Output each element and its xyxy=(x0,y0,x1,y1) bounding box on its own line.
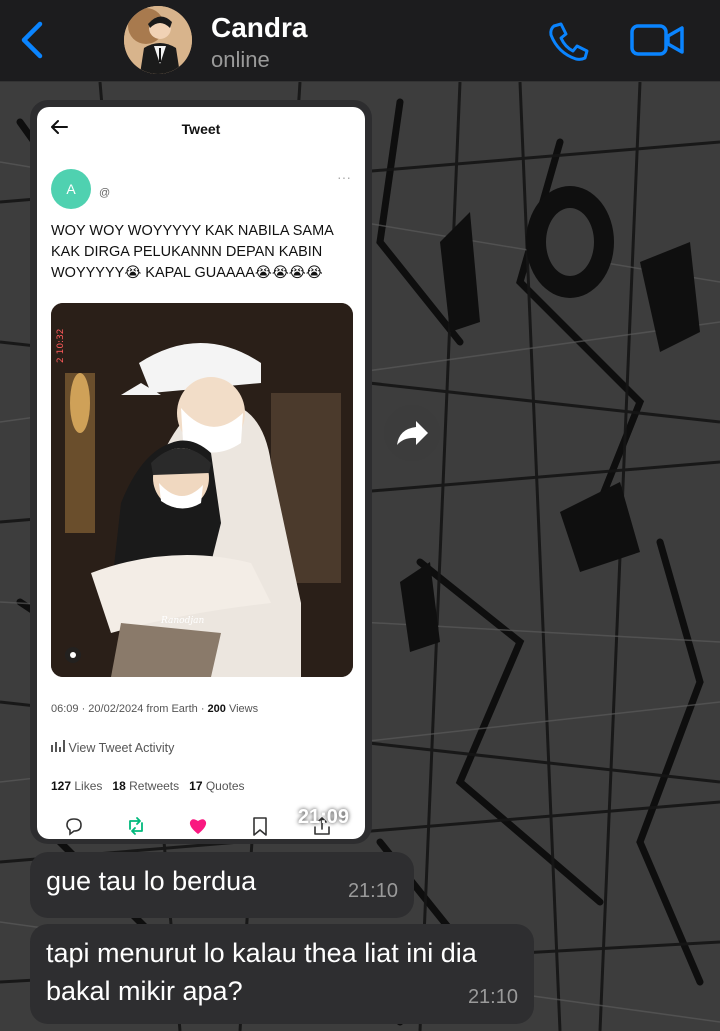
tweet-views-label: Views xyxy=(225,703,259,715)
tweet-activity-label: View Tweet Activity xyxy=(68,741,175,755)
tweet-text: WOY WOY WOYYYYY KAK NABILA SAMA KAK DIRG… xyxy=(51,223,334,281)
forward-button[interactable] xyxy=(384,405,440,461)
more-options-icon: ··· xyxy=(337,169,351,185)
tweet-timestamp: 06:09 · 20/02/2024 from Earth · xyxy=(51,703,208,715)
tweet-views-count: 200 xyxy=(207,703,226,715)
contact-avatar[interactable] xyxy=(124,6,192,74)
likes-label: Likes xyxy=(71,779,103,793)
tweet-author-handle: @ xyxy=(99,187,111,199)
phone-call-icon[interactable] xyxy=(546,20,590,62)
tweet-activity-link: View Tweet Activity xyxy=(51,740,174,755)
message-text: tapi menurut lo kalau thea liat ini dia … xyxy=(46,938,477,1006)
tweet-author-avatar: A xyxy=(51,169,91,209)
image-message-time: 21:09 xyxy=(297,806,349,828)
message-bubble[interactable]: tapi menurut lo kalau thea liat ini dia … xyxy=(30,924,534,1024)
chat-header: Candra online xyxy=(0,0,720,82)
forward-arrow-icon xyxy=(397,421,428,445)
back-chevron-icon[interactable] xyxy=(16,20,46,60)
heart-icon xyxy=(187,815,209,837)
svg-text:2 10:32: 2 10:32 xyxy=(56,328,66,363)
video-call-icon[interactable] xyxy=(630,22,684,58)
message-text: gue tau lo berdua xyxy=(46,866,257,896)
retweets-label: Retweets xyxy=(125,779,180,793)
message-bubble[interactable]: gue tau lo berdua 21:10 xyxy=(30,852,414,918)
contact-status: online xyxy=(211,47,270,72)
retweet-icon xyxy=(125,815,147,837)
message-time: 21:10 xyxy=(467,986,518,1008)
bookmark-icon xyxy=(249,815,271,837)
message-time: 21:10 xyxy=(347,880,398,902)
likes-count: 127 xyxy=(51,779,72,793)
contact-name[interactable]: Candra xyxy=(211,12,307,44)
quotes-label: Quotes xyxy=(202,779,245,793)
tweet-stats: 127 Likes 18 Retweets 17 Quotes xyxy=(51,779,245,793)
tweet-screen-title: Tweet xyxy=(181,121,221,137)
forwarded-image-message[interactable]: Tweet A @ ··· WOY WOY WOYYYYY KAK NABILA… xyxy=(30,100,372,844)
retweets-count: 18 xyxy=(112,779,126,793)
tweet-photo: 2 10:32 Ranodjan xyxy=(51,303,353,677)
tweet-screenshot[interactable]: Tweet A @ ··· WOY WOY WOYYYYY KAK NABILA… xyxy=(37,107,365,839)
comment-icon xyxy=(63,815,85,837)
quotes-count: 17 xyxy=(189,779,203,793)
svg-text:Ranodjan: Ranodjan xyxy=(160,616,204,626)
tweet-meta: 06:09 · 20/02/2024 from Earth · 200 View… xyxy=(51,703,258,715)
bar-chart-icon xyxy=(51,740,65,752)
